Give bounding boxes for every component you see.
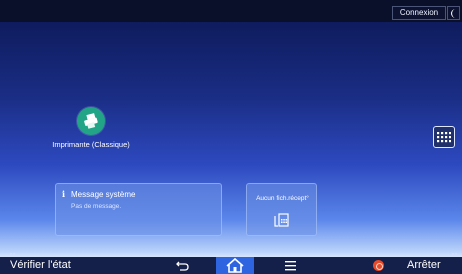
app-label: Imprimante (Classique) [52, 140, 130, 149]
stop-icon[interactable] [373, 260, 384, 271]
system-message-title: Message système [71, 190, 136, 199]
home-button[interactable] [216, 257, 254, 274]
system-message-widget[interactable]: i Message système Pas de message. [55, 183, 222, 236]
stop-button[interactable]: Arrêter [407, 257, 441, 274]
page-left-indicator [10, 240, 18, 255]
fax-document-icon [274, 213, 289, 227]
info-icon: i [62, 189, 66, 199]
fax-received-widget[interactable]: Aucun fich.récept° [246, 183, 317, 236]
printer-app-icon [77, 107, 105, 135]
app-list-button[interactable] [433, 126, 455, 148]
menu-icon [285, 261, 296, 271]
top-bar: Connexion [0, 0, 462, 22]
moon-icon [451, 9, 456, 18]
system-message-title-row: i Message système [62, 189, 135, 199]
back-button[interactable] [173, 257, 193, 274]
system-message-text: Pas de message. [71, 203, 122, 210]
printer-icon [84, 113, 98, 129]
home-icon [226, 257, 244, 273]
bottom-bar: Vérifier l'état Arrêter [0, 257, 462, 274]
menu-button[interactable] [281, 257, 301, 274]
check-status-button[interactable]: Vérifier l'état [10, 257, 71, 274]
fax-received-label: Aucun fich.récept° [256, 195, 309, 202]
app-printer-classic[interactable]: Imprimante (Classique) [46, 104, 136, 154]
back-arrow-icon [176, 261, 189, 271]
page-right-indicator [452, 240, 460, 255]
home-screen: Connexion Imprimante (Classique) i Messa… [0, 0, 462, 274]
night-mode-button[interactable] [447, 6, 460, 20]
login-button[interactable]: Connexion [392, 6, 446, 20]
grid-icon [437, 132, 451, 143]
